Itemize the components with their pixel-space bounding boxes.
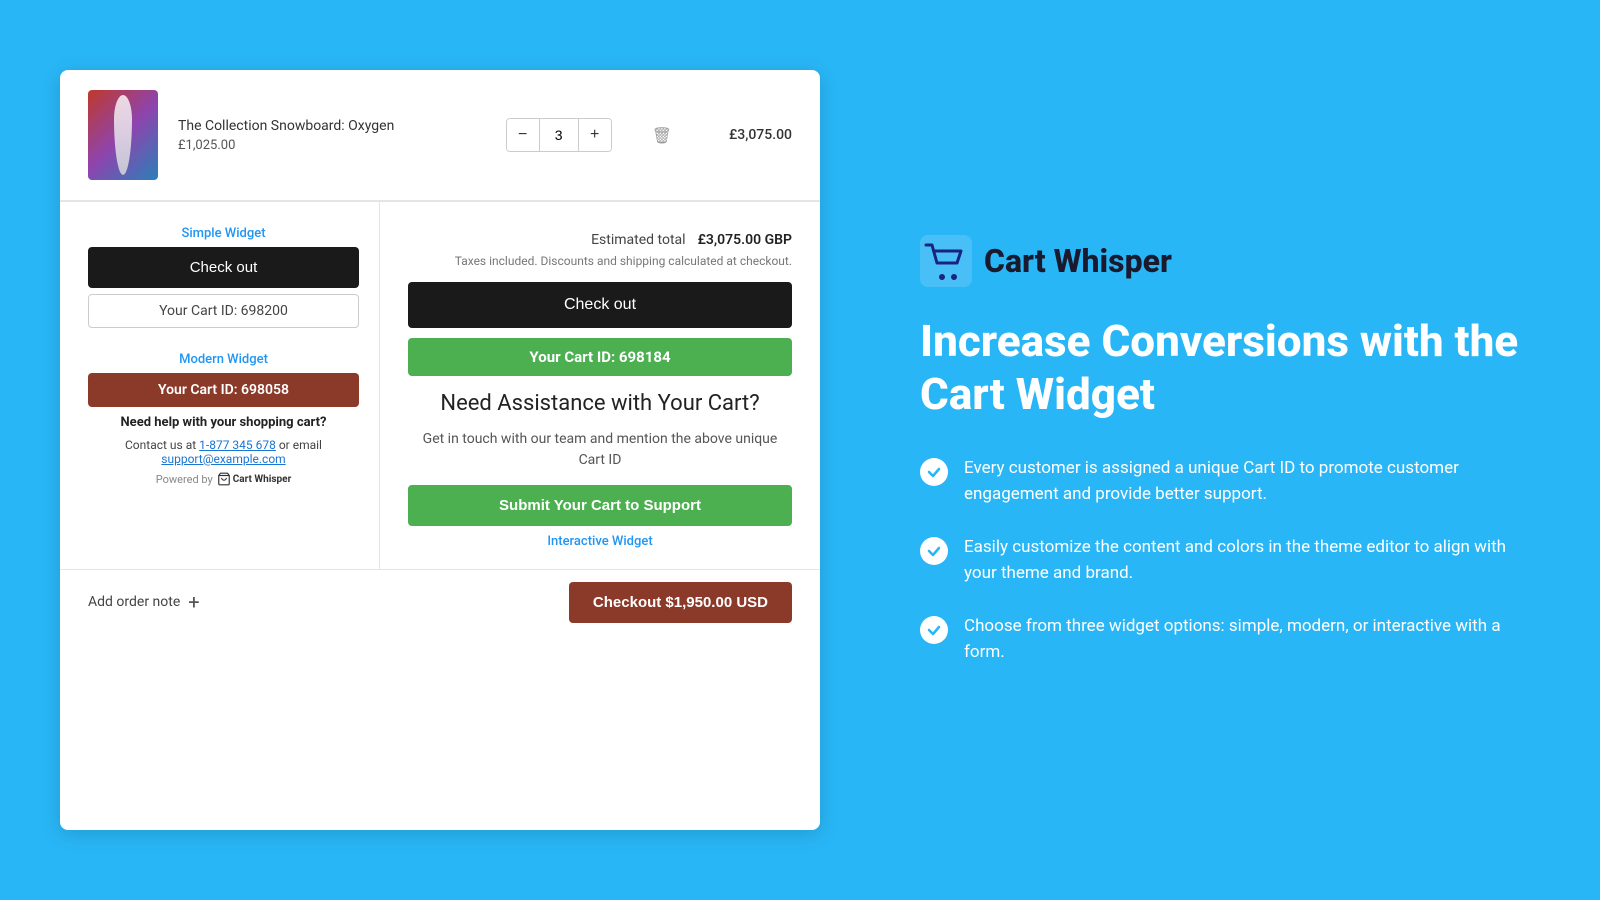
- feature-item-3: Choose from three widget options: simple…: [920, 614, 1540, 665]
- interactive-cart-id: Your Cart ID: 698184: [408, 338, 792, 376]
- powered-by: Powered by Cart Whisper: [88, 472, 359, 486]
- feature-list: Every customer is assigned a unique Cart…: [920, 456, 1540, 665]
- main-checkout-button[interactable]: Check out: [408, 282, 792, 328]
- powered-brand-name: Cart Whisper: [233, 474, 292, 485]
- product-image: [88, 90, 158, 180]
- left-panel: The Collection Snowboard: Oxygen £1,025.…: [0, 0, 860, 900]
- feature-text-2: Easily customize the content and colors …: [964, 535, 1540, 586]
- right-panel: Cart Whisper Increase Conversions with t…: [860, 0, 1600, 900]
- estimated-row: Estimated total £3,075.00 GBP: [408, 222, 792, 248]
- interactive-widget-label: Interactive Widget: [408, 534, 792, 549]
- tax-note: Taxes included. Discounts and shipping c…: [408, 254, 792, 268]
- left-widgets: Simple Widget Check out Your Cart ID: 69…: [60, 202, 380, 569]
- estimated-label: Estimated total: [591, 232, 685, 248]
- check-icon-2: [920, 537, 948, 565]
- email-link[interactable]: support@example.com: [161, 452, 285, 466]
- delete-icon[interactable]: 🗑: [652, 126, 672, 145]
- simple-cart-id: Your Cart ID: 698200: [88, 294, 359, 328]
- add-note[interactable]: Add order note +: [88, 590, 200, 614]
- product-row: The Collection Snowboard: Oxygen £1,025.…: [60, 70, 820, 201]
- product-unit-price: £1,025.00: [178, 138, 486, 153]
- widgets-area: Simple Widget Check out Your Cart ID: 69…: [60, 202, 820, 569]
- phone-link[interactable]: 1-877 345 678: [199, 438, 276, 452]
- simple-widget-label: Simple Widget: [88, 226, 359, 241]
- quantity-control[interactable]: − +: [506, 118, 612, 152]
- add-note-icon: +: [188, 590, 199, 614]
- check-icon-1: [920, 458, 948, 486]
- qty-input[interactable]: [539, 119, 579, 151]
- cart-container: The Collection Snowboard: Oxygen £1,025.…: [60, 70, 820, 830]
- product-name: The Collection Snowboard: Oxygen: [178, 118, 486, 134]
- main-headline: Increase Conversions with the Cart Widge…: [920, 315, 1540, 421]
- product-total: £3,075.00: [712, 127, 792, 143]
- feature-text-3: Choose from three widget options: simple…: [964, 614, 1540, 665]
- product-info: The Collection Snowboard: Oxygen £1,025.…: [178, 118, 486, 153]
- cart-whisper-logo-icon: [920, 235, 972, 287]
- qty-decrease-button[interactable]: −: [507, 119, 539, 151]
- feature-item-2: Easily customize the content and colors …: [920, 535, 1540, 586]
- need-assistance-title: Need Assistance with Your Cart?: [408, 390, 792, 419]
- modern-contact: Contact us at 1-877 345 678 or email sup…: [88, 438, 359, 466]
- qty-increase-button[interactable]: +: [579, 119, 611, 151]
- brand-name: Cart Whisper: [984, 242, 1172, 280]
- brand-header: Cart Whisper: [920, 235, 1540, 287]
- modern-cart-id: Your Cart ID: 698058: [88, 373, 359, 407]
- feature-item-1: Every customer is assigned a unique Cart…: [920, 456, 1540, 507]
- checkout-brown-button[interactable]: Checkout $1,950.00 USD: [569, 582, 792, 623]
- right-widgets: Estimated total £3,075.00 GBP Taxes incl…: [380, 202, 820, 569]
- modern-need-help: Need help with your shopping cart?: [88, 415, 359, 430]
- bottom-bar: Add order note + Checkout $1,950.00 USD: [60, 569, 820, 635]
- feature-text-1: Every customer is assigned a unique Cart…: [964, 456, 1540, 507]
- simple-checkout-button[interactable]: Check out: [88, 247, 359, 288]
- submit-cart-button[interactable]: Submit Your Cart to Support: [408, 485, 792, 526]
- estimated-value: £3,075.00 GBP: [698, 232, 792, 248]
- modern-widget-label: Modern Widget: [88, 352, 359, 367]
- check-icon-3: [920, 616, 948, 644]
- get-in-touch: Get in touch with our team and mention t…: [408, 429, 792, 471]
